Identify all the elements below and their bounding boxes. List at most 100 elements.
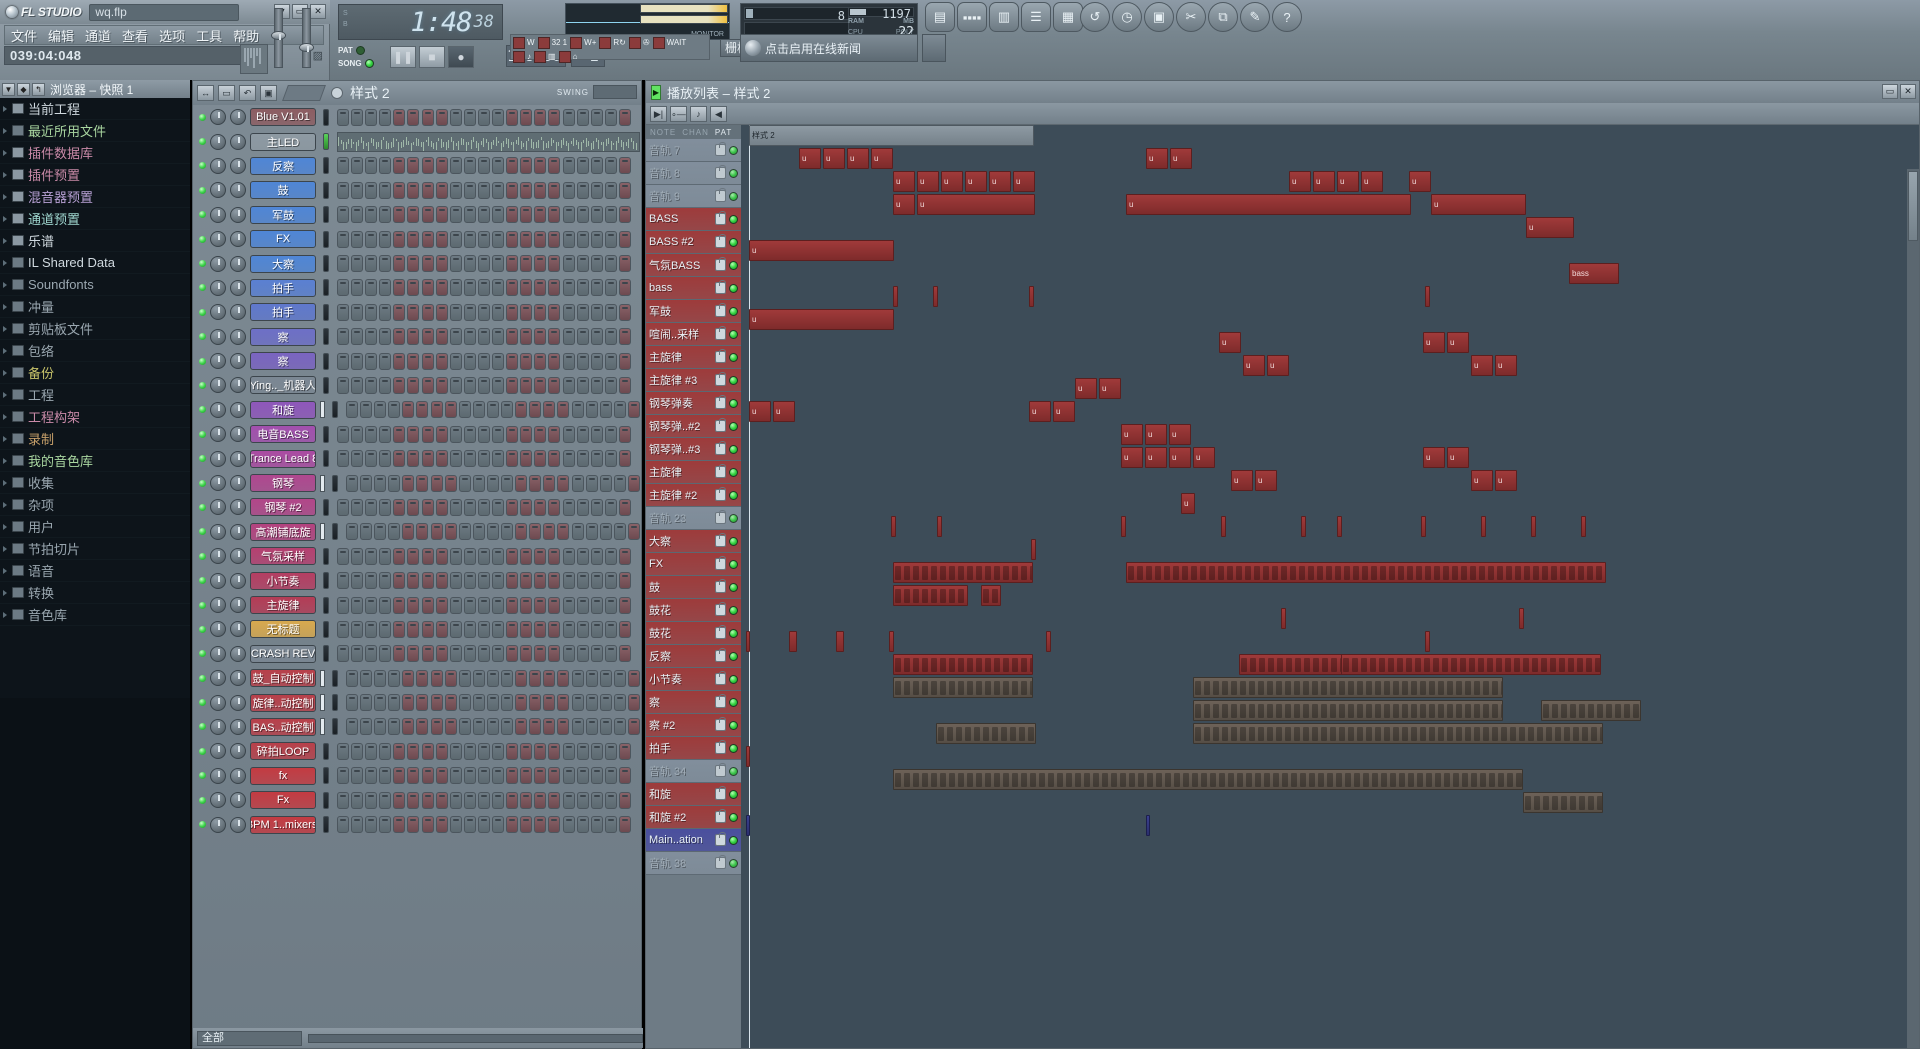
step-button[interactable] xyxy=(435,791,448,809)
step-button[interactable] xyxy=(506,498,519,516)
step-button[interactable] xyxy=(407,816,420,834)
playlist-clip[interactable] xyxy=(936,723,1036,744)
browser-item-5[interactable]: 通道预置 xyxy=(0,208,190,230)
track-enable-led-icon[interactable] xyxy=(729,214,738,224)
menu-item-tools[interactable]: 工具 xyxy=(196,26,222,45)
channel-mute-strip[interactable] xyxy=(323,498,329,516)
step-button[interactable] xyxy=(534,206,547,224)
track-enable-led-icon[interactable] xyxy=(729,743,738,753)
playlist-clip[interactable]: u xyxy=(1447,332,1469,353)
step-button[interactable] xyxy=(548,767,561,785)
step-button[interactable] xyxy=(351,206,364,224)
step-sequencer-row[interactable] xyxy=(346,523,640,541)
step-button[interactable] xyxy=(472,401,485,419)
step-button[interactable] xyxy=(548,255,561,273)
pattern-song-switch[interactable]: PAT SONG xyxy=(338,44,386,70)
step-button[interactable] xyxy=(506,279,519,297)
menu-item-edit[interactable]: 编辑 xyxy=(48,26,74,45)
step-button[interactable] xyxy=(520,352,533,370)
step-button[interactable] xyxy=(627,523,640,541)
step-button[interactable] xyxy=(562,450,575,468)
step-button[interactable] xyxy=(435,596,448,614)
channel-mute-strip[interactable] xyxy=(323,328,329,346)
step-button[interactable] xyxy=(365,157,378,175)
lock-icon[interactable] xyxy=(715,556,726,570)
step-button[interactable] xyxy=(506,450,519,468)
step-sequencer-row[interactable] xyxy=(337,181,631,199)
step-button[interactable] xyxy=(534,376,547,394)
channel-name-button[interactable]: 反察 xyxy=(250,156,316,175)
step-button[interactable] xyxy=(477,157,490,175)
step-button[interactable] xyxy=(492,255,505,273)
step-button[interactable] xyxy=(449,425,462,443)
step-button[interactable] xyxy=(379,816,392,834)
playlist-track-header[interactable]: 和旋 #2 xyxy=(646,806,741,829)
step-button[interactable] xyxy=(393,181,406,199)
playlist-clip[interactable]: u xyxy=(749,309,894,330)
swing-slider[interactable] xyxy=(593,85,637,99)
channel-volume-knob[interactable] xyxy=(230,718,246,735)
step-button[interactable] xyxy=(463,572,476,590)
step-button[interactable] xyxy=(337,108,349,126)
step-sequencer-row[interactable] xyxy=(337,547,631,565)
step-button[interactable] xyxy=(576,352,589,370)
step-button[interactable] xyxy=(529,523,542,541)
track-enable-led-icon[interactable] xyxy=(729,835,738,845)
playlist-maximize-icon[interactable]: ▭ xyxy=(1882,84,1898,99)
step-button[interactable] xyxy=(618,303,631,321)
step-button[interactable] xyxy=(618,742,631,760)
channel-mute-strip[interactable] xyxy=(323,547,329,565)
step-button[interactable] xyxy=(379,547,392,565)
step-sequencer-row[interactable] xyxy=(337,596,631,614)
step-button[interactable] xyxy=(351,181,364,199)
menu-item-options[interactable]: 选项 xyxy=(159,26,185,45)
playlist-clip[interactable]: u xyxy=(1423,447,1445,468)
step-button[interactable] xyxy=(562,742,575,760)
step-button[interactable] xyxy=(562,767,575,785)
channel-pan-knob[interactable] xyxy=(210,182,226,199)
step-button[interactable] xyxy=(435,279,448,297)
step-sequencer-row[interactable] xyxy=(346,694,640,712)
toggle-led-4[interactable] xyxy=(628,37,641,49)
step-button[interactable] xyxy=(534,816,547,834)
step-button[interactable] xyxy=(421,620,434,638)
step-button[interactable] xyxy=(618,352,631,370)
channel-row[interactable]: Fx xyxy=(193,788,641,812)
step-button[interactable] xyxy=(604,596,617,614)
toggle-led-7[interactable] xyxy=(534,51,546,63)
browser-item-11[interactable]: 包络 xyxy=(0,340,190,362)
step-button[interactable] xyxy=(463,816,476,834)
playlist-track-header[interactable]: 音轨 9 xyxy=(646,185,741,208)
step-button[interactable] xyxy=(416,401,429,419)
playlist-clip[interactable]: u xyxy=(893,194,915,215)
step-button[interactable] xyxy=(534,791,547,809)
step-button[interactable] xyxy=(604,328,617,346)
step-button[interactable] xyxy=(604,791,617,809)
step-button[interactable] xyxy=(590,279,603,297)
lock-icon[interactable] xyxy=(715,188,726,202)
track-enable-led-icon[interactable] xyxy=(729,398,738,408)
track-enable-led-icon[interactable] xyxy=(729,352,738,362)
step-button[interactable] xyxy=(435,376,448,394)
step-button[interactable] xyxy=(486,669,499,687)
step-button[interactable] xyxy=(590,157,603,175)
channel-volume-knob[interactable] xyxy=(230,450,246,467)
channel-name-button[interactable]: 拍手 xyxy=(250,278,316,297)
step-button[interactable] xyxy=(346,669,358,687)
step-sequencer-row[interactable] xyxy=(346,474,640,492)
browser-item-10[interactable]: 剪贴板文件 xyxy=(0,318,190,340)
channel-row[interactable]: 拍手 xyxy=(193,276,641,300)
channel-enable-led-icon[interactable] xyxy=(199,235,206,243)
lock-icon[interactable] xyxy=(715,464,726,478)
channel-enable-led-icon[interactable] xyxy=(199,772,206,780)
pat-mode-label[interactable]: PAT xyxy=(715,128,732,137)
step-button[interactable] xyxy=(576,498,589,516)
step-button[interactable] xyxy=(590,206,603,224)
step-button[interactable] xyxy=(463,157,476,175)
step-button[interactable] xyxy=(492,352,505,370)
channel-volume-knob[interactable] xyxy=(230,255,246,272)
track-enable-led-icon[interactable] xyxy=(729,674,738,684)
channel-enable-led-icon[interactable] xyxy=(199,333,206,341)
step-button[interactable] xyxy=(618,547,631,565)
step-button[interactable] xyxy=(506,157,519,175)
